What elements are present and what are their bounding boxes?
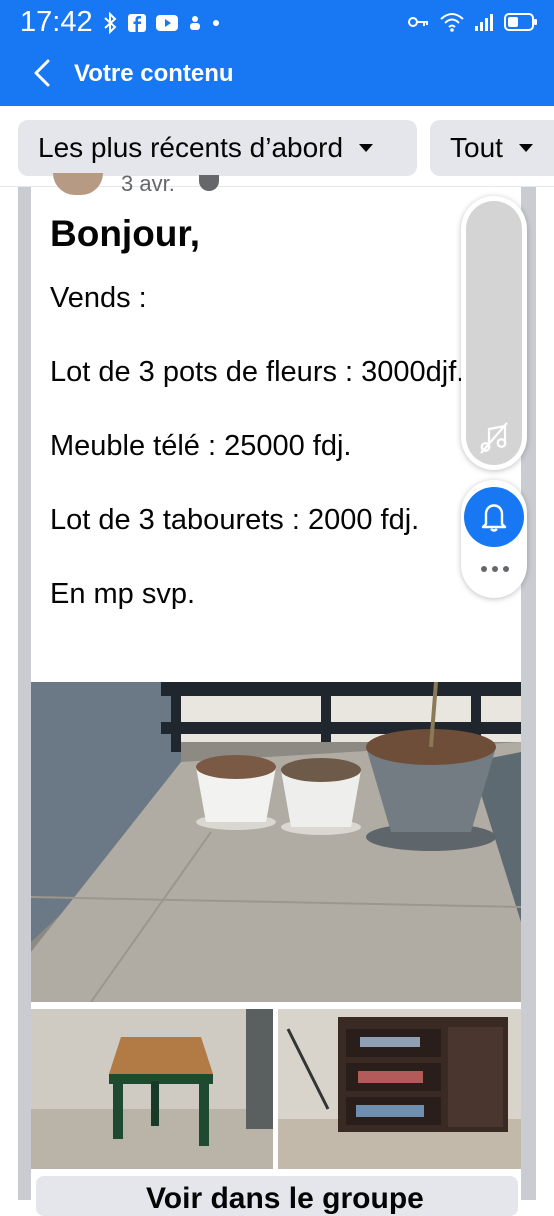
view-in-group-button[interactable]: Voir dans le groupe (36, 1176, 518, 1216)
wifi-icon (440, 13, 464, 32)
status-bar: 17:42 (0, 0, 554, 46)
dot-icon (213, 20, 219, 26)
more-icon[interactable] (481, 566, 509, 572)
sort-filter-chip[interactable]: Les plus récents d’abord (18, 120, 417, 176)
post-photo-stool[interactable] (31, 1009, 273, 1169)
youtube-icon (156, 15, 178, 31)
view-in-group-label: Voir dans le groupe (146, 1182, 424, 1215)
caret-down-icon (359, 144, 374, 152)
app-bar: Votre contenu (0, 46, 554, 106)
sort-filter-label: Les plus récents d’abord (38, 132, 344, 163)
floating-notification-panel (461, 480, 527, 598)
battery-icon (504, 13, 537, 31)
post-paragraph: Lot de 3 pots de fleurs : 3000djf. (50, 356, 465, 388)
signal-icon (475, 14, 493, 31)
type-filter-chip[interactable]: Tout (430, 120, 554, 176)
post-paragraph: Lot de 3 tabourets : 2000 fdj. (50, 504, 420, 536)
post-headline: Bonjour, (50, 213, 201, 254)
music-off-icon[interactable] (477, 421, 511, 455)
post-photo-flower-pots[interactable] (31, 682, 521, 1002)
avatar[interactable] (53, 173, 103, 195)
page-title: Votre contenu (74, 60, 234, 87)
key-icon (408, 17, 428, 27)
post-photo-tv-cabinet[interactable] (278, 1009, 521, 1169)
floating-player-panel[interactable] (461, 196, 527, 470)
post-paragraph: Vends : (50, 282, 147, 314)
post-text: Bonjour, Vends : Lot de 3 pots de fleurs… (50, 211, 490, 649)
notification-bell-button[interactable] (464, 487, 524, 547)
back-arrow-icon[interactable] (30, 58, 54, 88)
caret-down-icon (518, 144, 533, 152)
post-date: 3 avr. (121, 171, 175, 196)
status-time: 17:42 (20, 6, 93, 38)
bluetooth-icon (104, 12, 117, 34)
bell-icon (481, 504, 507, 532)
post-paragraph: En mp svp. (50, 578, 196, 610)
app-notification-icon (190, 16, 200, 30)
facebook-icon (128, 14, 146, 32)
post-paragraph: Meuble télé : 25000 fdj. (50, 430, 352, 462)
type-filter-label: Tout (450, 132, 503, 163)
post-card: 3 avr. Bonjour, Vends : Lot de 3 pots de… (31, 171, 521, 1200)
privacy-globe-icon (199, 175, 219, 191)
